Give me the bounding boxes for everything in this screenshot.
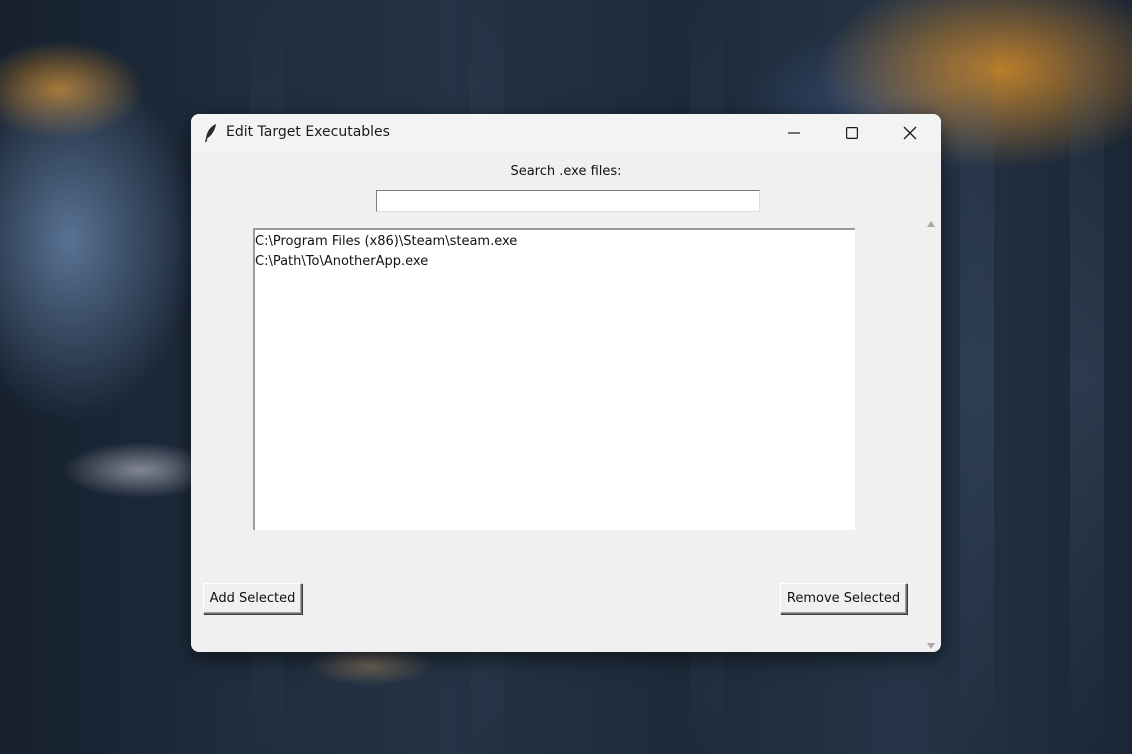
close-button[interactable] [881,114,939,152]
vertical-scrollbar[interactable] [922,214,940,652]
feather-icon [205,124,216,142]
add-selected-button[interactable]: Add Selected [203,583,302,614]
list-item[interactable]: C:\Program Files (x86)\Steam\steam.exe [255,232,855,252]
maximize-button[interactable] [823,114,881,152]
window-title: Edit Target Executables [226,124,390,140]
minimize-icon [788,132,800,134]
wallpaper-streak [960,0,994,754]
scroll-down-arrow-icon[interactable] [926,642,936,650]
remove-selected-button[interactable]: Remove Selected [780,583,907,614]
title-bar[interactable]: Edit Target Executables [191,114,941,152]
search-label: Search .exe files: [510,164,622,179]
executables-listbox[interactable]: C:\Program Files (x86)\Steam\steam.exe C… [253,228,855,530]
close-icon [903,126,917,140]
edit-target-executables-window: Edit Target Executables Search .exe file… [191,114,941,652]
maximize-icon [846,127,858,139]
scroll-up-arrow-icon[interactable] [926,220,936,228]
minimize-button[interactable] [765,114,823,152]
search-input[interactable] [376,190,760,212]
wallpaper-streak [1070,0,1104,754]
list-item[interactable]: C:\Path\To\AnotherApp.exe [255,252,855,272]
